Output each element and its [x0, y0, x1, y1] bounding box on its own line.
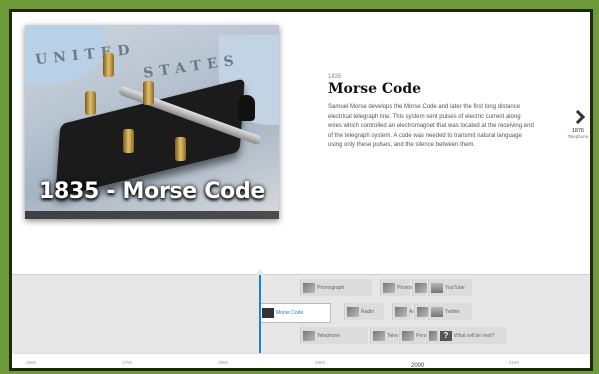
event-label: Telephone: [317, 332, 341, 339]
slide-year: 1835: [328, 74, 342, 80]
timeline-event-thumb[interactable]: [414, 303, 429, 320]
timeline-event-youtube[interactable]: YouTube: [428, 279, 472, 296]
ruler-tick: 1700: [122, 360, 133, 365]
event-label: Pers: [416, 332, 427, 339]
ruler-tick: 1800: [218, 360, 229, 365]
event-label: YouTube: [445, 284, 465, 291]
timeline-event-photos[interactable]: Photos: [380, 279, 413, 296]
event-label: Twitter: [445, 308, 460, 315]
timeline-ruler[interactable]: 1600 1700 1800 1900 2000 2100: [12, 353, 590, 368]
brass-post: [103, 53, 114, 77]
slide-title: Morse Code: [328, 81, 422, 97]
brass-post: [85, 91, 96, 115]
event-label: Photos: [397, 284, 413, 291]
event-thumbnail: [383, 282, 395, 293]
brass-post: [175, 137, 186, 161]
current-position-line: [259, 275, 261, 355]
photo-credit-bar: [25, 211, 279, 219]
event-thumbnail: [415, 282, 427, 293]
ruler-tick: 1600: [26, 360, 37, 365]
ruler-tick: 1900: [315, 360, 326, 365]
event-label: Phonograph: [317, 284, 345, 291]
timeline-event-telev[interactable]: Telev: [370, 327, 399, 344]
event-thumbnail: [262, 308, 274, 318]
event-label: Morse Code: [276, 310, 304, 316]
ruler-tick: 2100: [509, 360, 520, 365]
chevron-right-icon: [573, 110, 583, 124]
timeline-event-twitter[interactable]: Twitter: [428, 303, 472, 320]
brass-post: [123, 129, 134, 153]
slide-description: Samuel Morse develops the Morse Code and…: [328, 104, 534, 148]
timeline-event-thumb[interactable]: [412, 279, 427, 296]
event-label: Radio: [361, 308, 375, 315]
event-thumbnail: [303, 282, 315, 293]
event-thumbnail: [431, 306, 443, 317]
timeline-event-telephone[interactable]: Telephone: [300, 327, 368, 344]
timeline-event-pers[interactable]: Pers: [399, 327, 427, 344]
ruler-tick: 2000: [411, 363, 425, 368]
slide: UNITED STATES 1835 - Morse Code 1835 Mor…: [12, 12, 590, 274]
timeline-navigation[interactable]: Phonograph Photos YouTube Morse Code Rad…: [12, 269, 590, 368]
photo-caption: 1835 - Morse Code: [38, 179, 266, 204]
app-frame: UNITED STATES 1835 - Morse Code 1835 Mor…: [9, 9, 593, 371]
slide-text: 1835 Morse Code Samuel Morse develops th…: [328, 74, 534, 151]
question-mark-icon: ?: [440, 330, 452, 341]
brass-post: [143, 81, 154, 105]
event-thumbnail: [395, 306, 407, 317]
event-thumbnail: [431, 282, 443, 293]
timeline-viewer: UNITED STATES 1835 - Morse Code 1835 Mor…: [12, 12, 590, 368]
event-thumbnail: [347, 306, 359, 317]
event-label: Telev: [387, 332, 399, 339]
event-thumbnail: [373, 330, 385, 341]
timeline-event-thumb[interactable]: [426, 327, 441, 344]
timeline-event-ani[interactable]: Ani: [392, 303, 416, 320]
timeline-event-next[interactable]: ? What will be next?: [437, 327, 507, 344]
timeline-event-phonograph[interactable]: Phonograph: [300, 279, 372, 296]
timeline-event-morse-code[interactable]: Morse Code: [259, 303, 331, 323]
telegraph-key-knob: [238, 95, 255, 121]
next-slide-label: Telephone: [567, 134, 589, 139]
next-slide-button[interactable]: 1876 Telephone: [566, 110, 590, 139]
timeline-event-radio[interactable]: Radio: [344, 303, 384, 320]
event-thumbnail: [303, 330, 315, 341]
slide-photo: UNITED STATES 1835 - Morse Code: [25, 25, 279, 219]
event-label: What will be next?: [454, 332, 495, 339]
event-thumbnail: [402, 330, 414, 341]
